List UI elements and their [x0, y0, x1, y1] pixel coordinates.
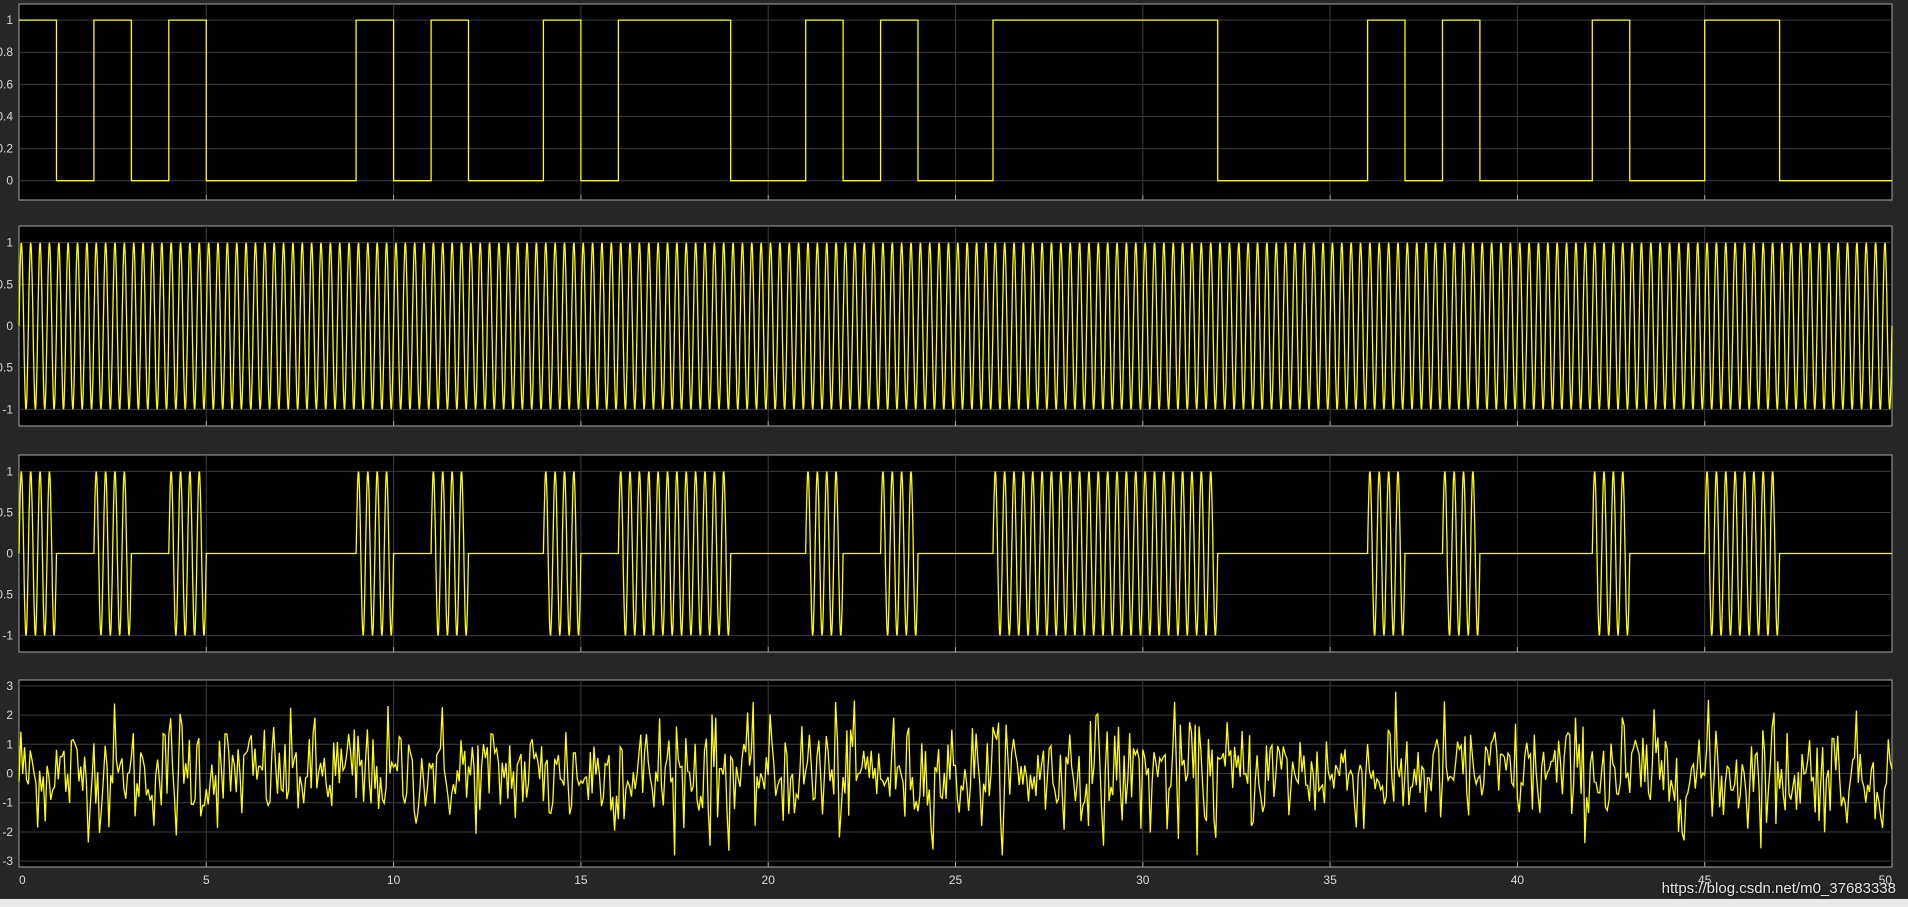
scope-panel-binary-source: 0 0.2 0.4 0.6 0.8 1 — [0, 3, 1893, 201]
x-tick-label: 25 — [949, 873, 963, 887]
status-strip — [0, 899, 1908, 907]
y-tick-label: 0.5 — [0, 505, 13, 519]
y-tick-label: 3 — [6, 679, 13, 693]
y-tick-label: -3 — [2, 854, 13, 868]
y-tick-label: -1 — [2, 796, 13, 810]
watermark-text: https://blog.csdn.net/m0_37683338 — [1661, 880, 1896, 897]
x-tick-label: 0 — [19, 873, 26, 887]
y-tick-label: 0.2 — [0, 142, 13, 156]
scope-figure: 0 0.2 0.4 0.6 0.8 1 -1 -0.5 0 0.5 1 -1 -0.5 0 0.5 1 -3 -2… — [0, 3, 1893, 887]
scope-panel-carrier: -1 -0.5 0 0.5 1 — [0, 225, 1893, 427]
y-tick-label: 0 — [6, 767, 13, 781]
y-tick-label: 0 — [6, 547, 13, 561]
y-tick-label: -1 — [2, 402, 13, 416]
y-tick-label: 0 — [6, 174, 13, 188]
x-tick-label: 40 — [1511, 873, 1525, 887]
x-tick-label: 5 — [203, 873, 210, 887]
x-tick-label: 20 — [762, 873, 776, 887]
x-tick-label: 30 — [1136, 873, 1150, 887]
y-tick-label: 0.6 — [0, 77, 13, 91]
y-tick-label: -2 — [2, 825, 13, 839]
y-tick-label: 1 — [6, 737, 13, 751]
y-tick-label: -1 — [2, 629, 13, 643]
y-tick-label: 1 — [6, 464, 13, 478]
scope-panel-noisy-signal: -3-2-101230 5 10 15 20 25 30 35 40 45 50 — [2, 679, 1893, 887]
y-tick-label: -0.5 — [0, 361, 13, 375]
x-tick-label: 35 — [1323, 873, 1337, 887]
x-tick-label: 15 — [574, 873, 588, 887]
y-tick-label: 0.5 — [0, 277, 13, 291]
y-tick-label: 2 — [6, 708, 13, 722]
y-tick-label: 1 — [6, 13, 13, 27]
scope-panel-modulated: -1 -0.5 0 0.5 1 — [0, 454, 1893, 653]
x-tick-label: 10 — [387, 873, 401, 887]
y-tick-label: 0 — [6, 319, 13, 333]
y-tick-label: 0.8 — [0, 45, 13, 59]
y-tick-label: 0.4 — [0, 109, 13, 123]
y-tick-label: 1 — [6, 236, 13, 250]
y-tick-label: -0.5 — [0, 588, 13, 602]
scope-window: { "colors": { "background": "#262626", "… — [0, 0, 1908, 907]
